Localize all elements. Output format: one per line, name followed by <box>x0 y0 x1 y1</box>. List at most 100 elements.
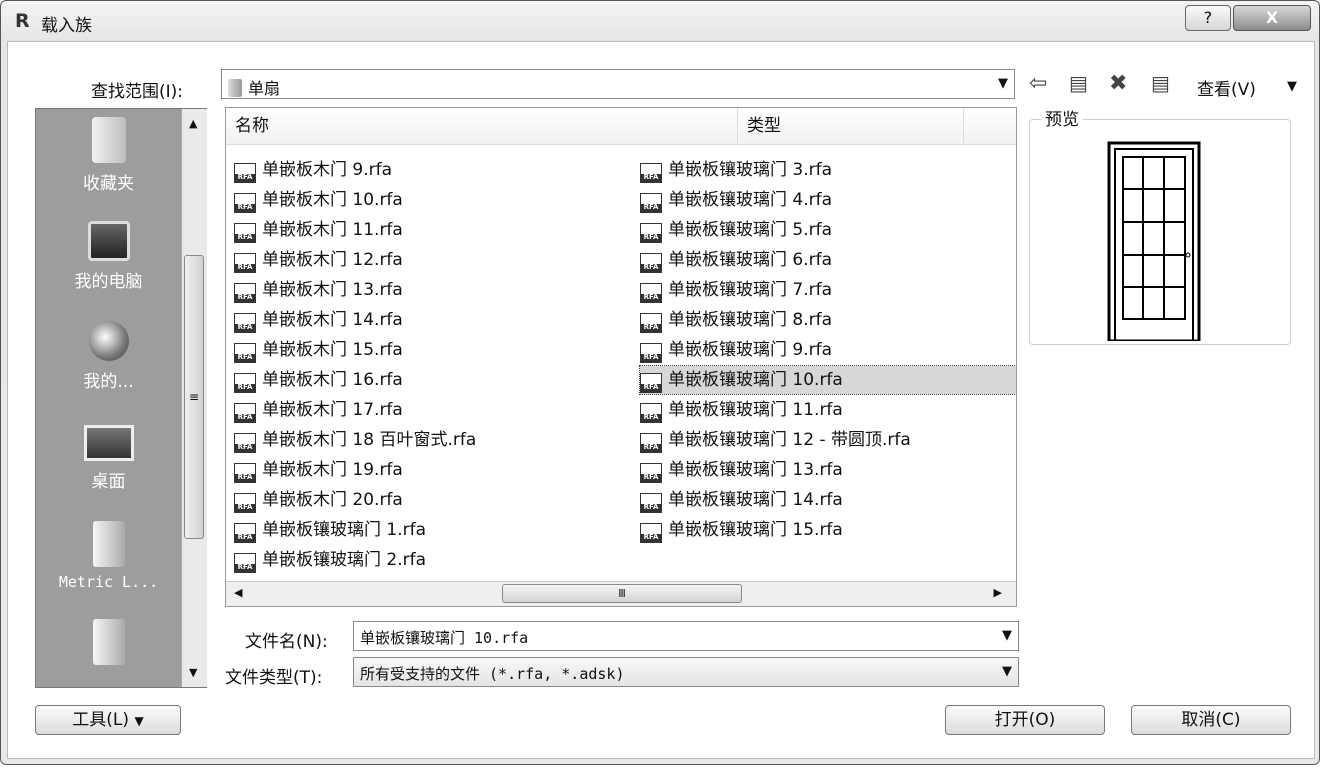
file-name: 单嵌板木门 17.rfa <box>262 400 403 420</box>
scrollbar-thumb[interactable]: ≡ <box>184 255 204 539</box>
file-item[interactable]: RFA 单嵌板镶玻璃门 8.rfa <box>640 306 832 334</box>
file-item[interactable]: RFA 单嵌板镶玻璃门 7.rfa <box>640 276 832 304</box>
place-network[interactable]: 我的... <box>36 321 181 392</box>
scroll-left-icon[interactable]: ◀ <box>234 586 242 599</box>
file-item[interactable]: RFA 单嵌板木门 19.rfa <box>234 456 403 484</box>
file-name: 单嵌板镶玻璃门 12 - 带圆顶.rfa <box>668 430 911 450</box>
scroll-up-icon[interactable]: ▲ <box>189 117 197 130</box>
rfa-file-icon: RFA <box>234 223 256 243</box>
rfa-file-icon: RFA <box>640 193 662 213</box>
file-name: 单嵌板木门 14.rfa <box>262 310 403 330</box>
scroll-down-icon[interactable]: ▼ <box>189 666 197 679</box>
back-icon[interactable]: ⇦ <box>1029 71 1047 96</box>
scrollbar-thumb[interactable]: Ⅲ <box>502 584 742 603</box>
file-item[interactable]: RFA 单嵌板木门 10.rfa <box>234 186 403 214</box>
file-item[interactable]: RFA 单嵌板镶玻璃门 14.rfa <box>640 486 843 514</box>
file-item[interactable]: RFA 单嵌板木门 16.rfa <box>234 366 403 394</box>
open-button[interactable]: 打开(O) <box>945 705 1105 735</box>
file-item[interactable]: RFA 单嵌板镶玻璃门 1.rfa <box>234 516 426 544</box>
file-item[interactable]: RFA 单嵌板木门 9.rfa <box>234 156 392 184</box>
file-name: 单嵌板镶玻璃门 9.rfa <box>668 340 833 360</box>
help-button[interactable]: ? <box>1185 5 1231 31</box>
column-header: 名称 类型 <box>226 108 1016 145</box>
rfa-file-icon: RFA <box>234 553 256 573</box>
horizontal-scrollbar[interactable]: ◀ Ⅲ ▶ <box>226 581 1016 606</box>
tools-button[interactable]: 工具(L) ▼ <box>35 705 181 735</box>
title-bar: R 载入族 ? X <box>1 1 1319 41</box>
close-button[interactable]: X <box>1233 5 1311 31</box>
new-folder-icon[interactable]: ▤ <box>1151 71 1170 95</box>
rfa-file-icon: RFA <box>234 433 256 453</box>
rfa-file-icon: RFA <box>640 523 662 543</box>
file-item[interactable]: RFA 单嵌板镶玻璃门 12 - 带圆顶.rfa <box>640 426 911 454</box>
rfa-file-icon: RFA <box>234 253 256 273</box>
door-preview-icon <box>1107 141 1201 343</box>
chevron-down-icon: ▼ <box>134 714 144 728</box>
file-item[interactable]: RFA 单嵌板镶玻璃门 2.rfa <box>234 546 426 574</box>
file-item[interactable]: RFA 单嵌板木门 17.rfa <box>234 396 403 424</box>
place-my-computer[interactable]: 我的电脑 <box>36 221 181 292</box>
file-item[interactable]: RFA 单嵌板镶玻璃门 10.rfa <box>639 365 1016 395</box>
window-title: 载入族 <box>41 16 92 36</box>
file-item[interactable]: RFA 单嵌板镶玻璃门 3.rfa <box>640 156 832 184</box>
column-name[interactable]: 名称 <box>226 108 738 144</box>
rfa-file-icon: RFA <box>234 463 256 483</box>
file-name: 单嵌板镶玻璃门 4.rfa <box>668 190 833 210</box>
chevron-down-icon[interactable]: ▼ <box>1002 664 1012 679</box>
file-item[interactable]: RFA 单嵌板镶玻璃门 9.rfa <box>640 336 832 364</box>
file-item[interactable]: RFA 单嵌板镶玻璃门 11.rfa <box>640 396 843 424</box>
place-metric-library[interactable]: Metric L... <box>36 521 181 591</box>
filetype-label: 文件类型(T): <box>225 668 323 688</box>
lookin-combo[interactable]: 单扇 ▼ <box>221 69 1015 99</box>
rfa-file-icon: RFA <box>640 283 662 303</box>
filetype-select[interactable]: 所有受支持的文件 (*.rfa, *.adsk) ▼ <box>353 657 1019 687</box>
rfa-file-icon: RFA <box>640 253 662 273</box>
file-name: 单嵌板镶玻璃门 15.rfa <box>668 520 843 540</box>
file-name: 单嵌板镶玻璃门 7.rfa <box>668 280 833 300</box>
favorites-icon <box>91 117 126 163</box>
places-scrollbar[interactable]: ▲ ≡ ▼ <box>181 109 207 687</box>
delete-icon[interactable]: ✖ <box>1109 71 1127 96</box>
file-name: 单嵌板木门 12.rfa <box>262 250 403 270</box>
file-item[interactable]: RFA 单嵌板镶玻璃门 6.rfa <box>640 246 832 274</box>
file-list: 名称 类型 RFA 单嵌板木门 9.rfa RFA 单嵌板木门 10.rfa RFA 单嵌… <box>225 107 1017 607</box>
place-folder[interactable] <box>36 619 181 671</box>
file-item[interactable]: RFA 单嵌板镶玻璃门 5.rfa <box>640 216 832 244</box>
desktop-icon <box>83 425 134 461</box>
chevron-down-icon[interactable]: ▼ <box>1002 628 1012 643</box>
rfa-file-icon: RFA <box>234 523 256 543</box>
view-dropdown-icon[interactable]: ▼ <box>1287 79 1297 94</box>
view-menu-button[interactable]: 查看(V) <box>1197 75 1256 100</box>
cancel-button[interactable]: 取消(C) <box>1131 705 1291 735</box>
places-bar: 收藏夹 我的电脑 我的... 桌面 Metric L... ▲ ≡ ▼ <box>35 108 207 688</box>
place-favorites[interactable]: 收藏夹 <box>36 117 181 194</box>
file-item[interactable]: RFA 单嵌板镶玻璃门 13.rfa <box>640 456 843 484</box>
filename-input[interactable]: 单嵌板镶玻璃门 10.rfa ▼ <box>353 621 1019 651</box>
place-desktop[interactable]: 桌面 <box>36 425 181 492</box>
rfa-file-icon: RFA <box>640 493 662 513</box>
up-folder-icon[interactable]: ▤ <box>1069 71 1088 95</box>
file-name: 单嵌板镶玻璃门 6.rfa <box>668 250 833 270</box>
rfa-file-icon: RFA <box>640 313 662 333</box>
lookin-value: 单扇 <box>248 79 281 98</box>
file-item[interactable]: RFA 单嵌板木门 15.rfa <box>234 336 403 364</box>
file-name: 单嵌板镶玻璃门 2.rfa <box>262 550 427 570</box>
rfa-file-icon: RFA <box>640 433 662 453</box>
file-item[interactable]: RFA 单嵌板木门 14.rfa <box>234 306 403 334</box>
column-type[interactable]: 类型 <box>738 108 964 144</box>
file-name: 单嵌板镶玻璃门 5.rfa <box>668 220 833 240</box>
preview-image <box>1047 135 1263 343</box>
file-item[interactable]: RFA 单嵌板镶玻璃门 4.rfa <box>640 186 832 214</box>
file-name: 单嵌板镶玻璃门 8.rfa <box>668 310 833 330</box>
rfa-file-icon: RFA <box>640 403 662 423</box>
lookin-label: 查找范围(I): <box>91 82 184 102</box>
file-item[interactable]: RFA 单嵌板木门 12.rfa <box>234 246 403 274</box>
file-item[interactable]: RFA 单嵌板镶玻璃门 15.rfa <box>640 516 843 544</box>
file-item[interactable]: RFA 单嵌板木门 18 百叶窗式.rfa <box>234 426 476 454</box>
file-item[interactable]: RFA 单嵌板木门 11.rfa <box>234 216 403 244</box>
filename-label: 文件名(N): <box>245 632 328 652</box>
file-name: 单嵌板镶玻璃门 14.rfa <box>668 490 843 510</box>
file-item[interactable]: RFA 单嵌板木门 20.rfa <box>234 486 403 514</box>
scroll-right-icon[interactable]: ▶ <box>994 586 1002 599</box>
file-item[interactable]: RFA 单嵌板木门 13.rfa <box>234 276 403 304</box>
